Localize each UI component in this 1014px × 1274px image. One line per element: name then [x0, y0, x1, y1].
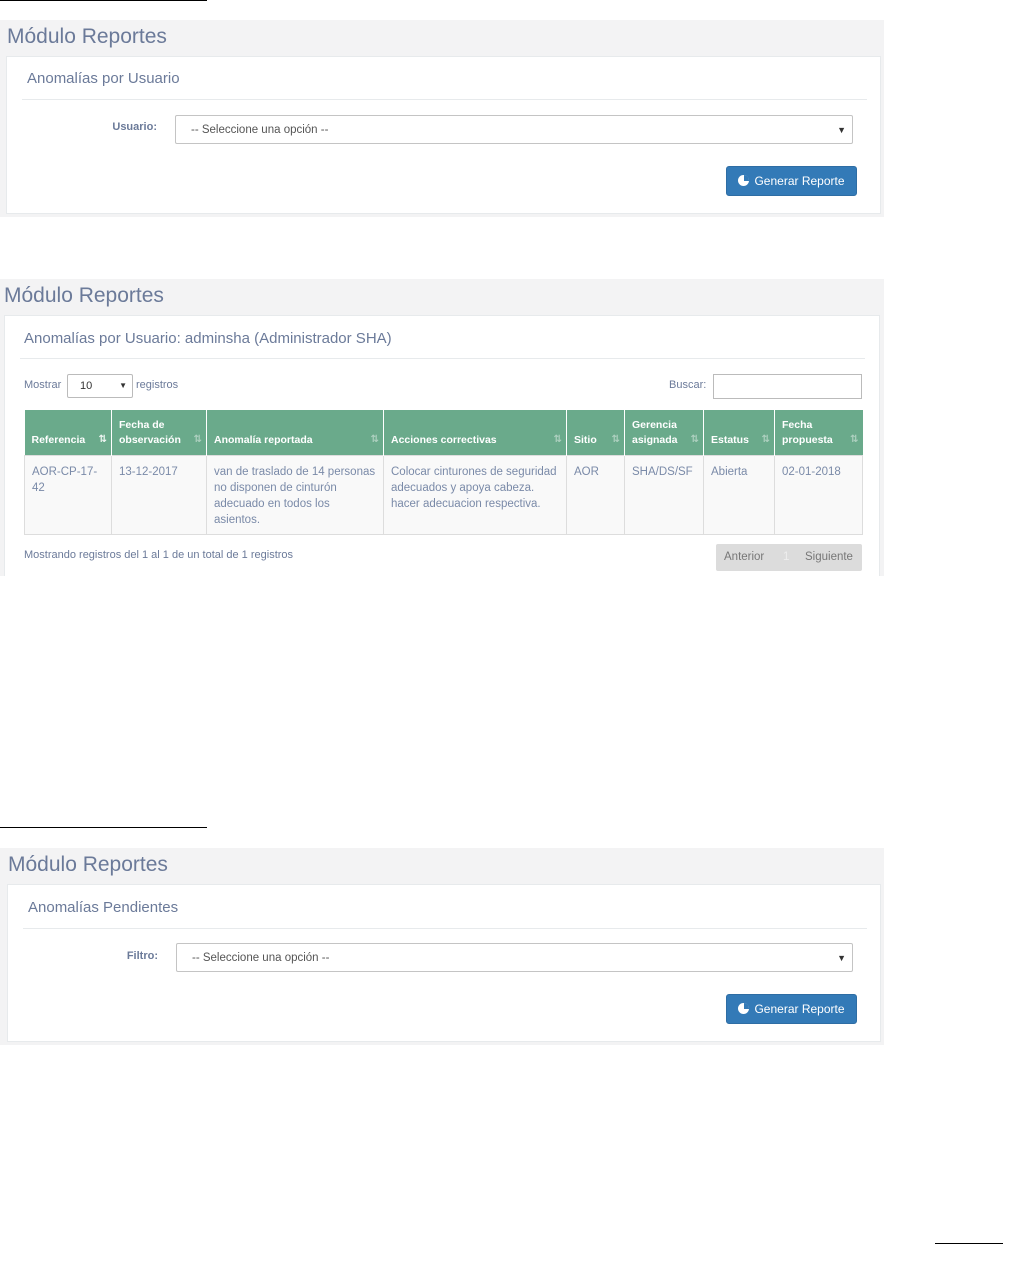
cell-gerencia: SHA/DS/SF — [624, 455, 704, 535]
column-header-acciones[interactable]: Acciones correctivas ⇅ — [383, 410, 567, 456]
sort-icon: ⇅ — [98, 434, 108, 445]
column-header-gerencia[interactable]: Gerencia asignada ⇅ — [624, 410, 704, 456]
column-header-fecha-observacion[interactable]: Fecha de observación ⇅ — [111, 410, 207, 456]
module-reportes-resultados: Módulo Reportes Anomalías por Usuario: a… — [0, 279, 884, 576]
user-field-label: Usuario: — [112, 121, 157, 133]
cell-fecha-observacion: 13-12-2017 — [111, 455, 207, 535]
pagination: Anterior 1 Siguiente — [716, 544, 862, 571]
footer-line — [935, 1243, 1003, 1244]
module-title: Módulo Reportes — [7, 25, 167, 48]
show-entries-label: Mostrar — [24, 379, 62, 391]
column-header-anomalia[interactable]: Anomalía reportada ⇅ — [206, 410, 384, 456]
results-panel: Anomalías por Usuario: adminsha (Adminis… — [4, 315, 880, 576]
dropdown-arrow-icon: ▼ — [837, 125, 846, 135]
entries-per-page-select[interactable]: 10 ▼ — [67, 374, 133, 398]
column-header-fecha-propuesta[interactable]: Fecha propuesta ⇅ — [774, 410, 863, 456]
user-select-value: -- Seleccione una opción -- — [191, 124, 329, 136]
module-title: Módulo Reportes — [8, 853, 168, 876]
cell-anomalia: van de traslado de 14 personas no dispon… — [206, 455, 384, 535]
panel-divider — [23, 928, 867, 929]
cell-sitio: AOR — [566, 455, 625, 535]
module-title: Módulo Reportes — [4, 284, 164, 307]
cell-acciones: Colocar cinturones de seguridad adecuado… — [383, 455, 567, 535]
generate-report-label: Generar Reporte — [754, 1002, 845, 1016]
user-select[interactable]: -- Seleccione una opción -- ▼ — [175, 115, 853, 144]
sort-icon: ⇅ — [850, 434, 859, 445]
cell-referencia: AOR-CP-17-42 — [24, 455, 112, 535]
table-info-text: Mostrando registros del 1 al 1 de un tot… — [24, 549, 294, 561]
panel-divider — [20, 358, 865, 359]
filter-select[interactable]: -- Seleccione una opción -- ▼ — [176, 943, 853, 972]
column-header-estatus[interactable]: Estatus ⇅ — [703, 410, 775, 456]
cell-estatus: Abierta — [703, 455, 775, 535]
pie-chart-icon — [738, 1003, 750, 1014]
sort-icon: ⇅ — [553, 434, 563, 445]
anomalies-table: Referencia ⇅ Fecha de observación ⇅ Anomal… — [24, 410, 863, 535]
column-header-sitio[interactable]: Sitio ⇅ — [566, 410, 625, 456]
dropdown-arrow-icon: ▼ — [837, 953, 846, 963]
report-form-panel: Anomalías por Usuario Usuario: -- Selecc… — [6, 56, 881, 214]
cell-fecha-propuesta: 02-01-2018 — [774, 455, 863, 535]
sort-icon: ⇅ — [690, 434, 700, 445]
module-reportes-pendientes: Módulo Reportes Anomalías Pendientes Fil… — [0, 848, 884, 1045]
sort-icon: ⇅ — [611, 434, 621, 445]
sort-icon: ⇅ — [761, 434, 771, 445]
panel-divider — [22, 99, 867, 100]
panel-title: Anomalías por Usuario: adminsha (Adminis… — [24, 330, 392, 347]
pagination-previous[interactable]: Anterior — [724, 544, 764, 571]
sort-icon: ⇅ — [370, 434, 380, 445]
table-row: AOR-CP-17-42 13-12-2017 van de traslado … — [24, 455, 863, 535]
generate-report-button[interactable]: Generar Reporte — [726, 994, 857, 1024]
pagination-page-1[interactable]: 1 — [783, 544, 789, 571]
search-input[interactable] — [713, 374, 862, 399]
header-underline — [0, 0, 207, 1]
generate-report-button[interactable]: Generar Reporte — [726, 166, 857, 196]
search-label: Buscar: — [669, 379, 707, 391]
report-form-panel: Anomalías Pendientes Filtro: -- Seleccio… — [7, 884, 881, 1042]
records-label: registros — [136, 379, 179, 391]
generate-report-label: Generar Reporte — [754, 174, 845, 188]
entries-per-page-value: 10 — [80, 380, 93, 392]
sort-icon: ⇅ — [193, 434, 203, 445]
panel-title: Anomalías por Usuario — [27, 70, 180, 87]
filter-field-label: Filtro: — [126, 950, 158, 962]
pagination-next[interactable]: Siguiente — [805, 544, 853, 571]
module-reportes-usuario: Módulo Reportes Anomalías por Usuario Us… — [0, 20, 884, 217]
filter-select-value: -- Seleccione una opción -- — [192, 952, 330, 964]
dropdown-arrow-icon: ▼ — [119, 381, 127, 390]
pie-chart-icon — [738, 175, 750, 186]
column-header-referencia[interactable]: Referencia ⇅ — [24, 410, 112, 456]
section-underline — [0, 827, 207, 828]
table-header-row: Referencia ⇅ Fecha de observación ⇅ Anomal… — [24, 410, 863, 456]
panel-title: Anomalías Pendientes — [28, 899, 179, 916]
